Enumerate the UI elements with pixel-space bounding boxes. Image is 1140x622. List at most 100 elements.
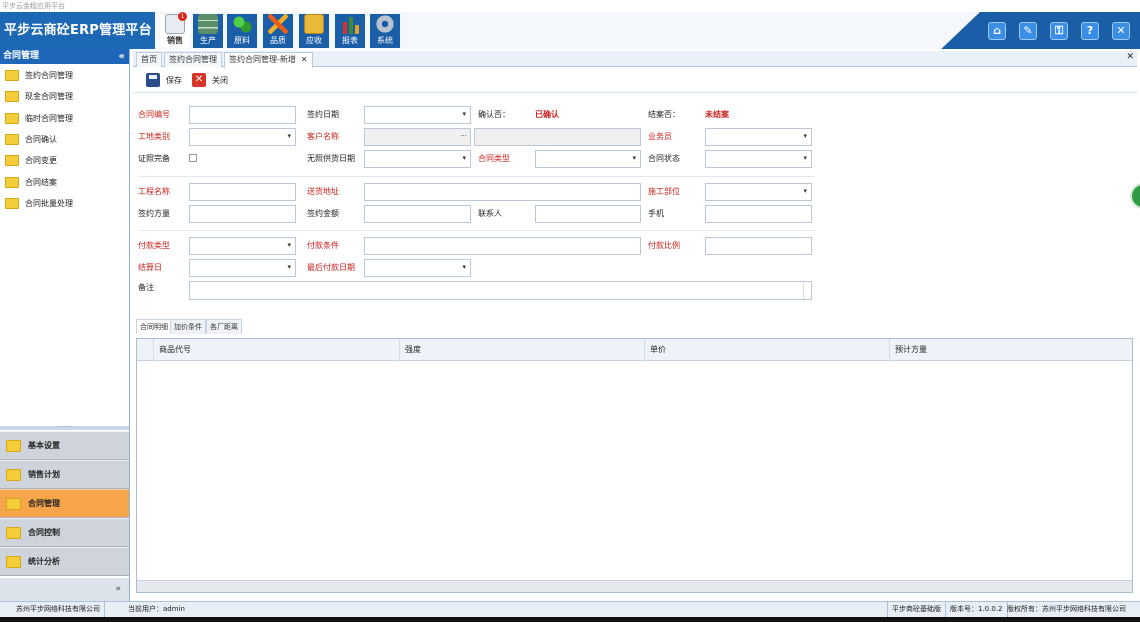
divider: [139, 230, 815, 231]
column-header-unit-price[interactable]: 单价: [644, 339, 889, 361]
site-type-label: 工地类别: [138, 132, 170, 141]
payment-terms-input[interactable]: [364, 237, 641, 255]
module-quality[interactable]: 品质: [263, 14, 293, 48]
wrench-icon[interactable]: ✎: [1019, 22, 1037, 40]
module-label: 生产: [200, 36, 216, 45]
sidebar-item-signed-contract[interactable]: 签约合同管理: [0, 65, 129, 86]
tab-bar: 首页 签约合同管理 签约合同管理-新增 ✕ ✕: [133, 51, 1137, 68]
sign-date-picker[interactable]: [364, 106, 471, 124]
folder-icon: [6, 555, 21, 568]
tab-plant-distance[interactable]: 各厂距离: [206, 319, 242, 334]
column-header-est-volume[interactable]: 预计方量: [889, 339, 1132, 361]
column-header-product-code[interactable]: 商品代号: [153, 339, 399, 361]
payment-ratio-input[interactable]: [705, 237, 812, 255]
splitter-handle[interactable]: ·········: [0, 425, 129, 431]
status-company: 苏州平步网络科技有限公司: [12, 602, 105, 617]
last-payment-date-label: 最后付款日期: [307, 263, 355, 272]
remark-textarea[interactable]: [189, 281, 812, 300]
sidebar: 合同管理 « 签约合同管理 现金合同管理 临时合同管理 合同确认 合同变更 合同…: [0, 49, 130, 601]
contract-status-select[interactable]: [705, 150, 812, 168]
tab-home[interactable]: 首页: [136, 52, 162, 67]
save-icon: [146, 73, 160, 87]
module-receivables[interactable]: 应收: [299, 14, 329, 48]
section-label: 基本设置: [28, 441, 60, 450]
mobile-label: 手机: [648, 209, 664, 218]
module-system[interactable]: 系统: [370, 14, 400, 48]
site-type-select[interactable]: [189, 128, 296, 146]
customer-picker[interactable]: [364, 128, 471, 146]
contract-no-input[interactable]: [189, 106, 296, 124]
sidebar-item-label: 合同确认: [25, 135, 57, 145]
project-name-input[interactable]: [189, 183, 296, 201]
tab-label: 加价条件: [174, 323, 202, 331]
contract-type-select[interactable]: [535, 150, 641, 168]
app-title: 平步云商砼ERP管理平台: [0, 12, 155, 49]
sidebar-item-batch-process[interactable]: 合同批量处理: [0, 193, 129, 214]
close-icon[interactable]: ✕: [1112, 22, 1130, 40]
collapse-icon[interactable]: «: [119, 49, 125, 64]
textarea-scrollbar[interactable]: [803, 282, 811, 299]
tab-label: 签约合同管理: [169, 55, 217, 64]
close-all-tabs-icon[interactable]: ✕: [1126, 52, 1134, 62]
payment-type-select[interactable]: [189, 237, 296, 255]
payment-type-label: 付款类型: [138, 241, 170, 250]
contact-input[interactable]: [535, 205, 641, 223]
more-sections-icon[interactable]: »: [0, 578, 129, 601]
section-statistics[interactable]: 统计分析: [0, 547, 129, 576]
sign-date-label: 签约日期: [307, 110, 339, 119]
module-label: 销售: [167, 36, 183, 45]
delivery-address-input[interactable]: [364, 183, 641, 201]
section-contract-management[interactable]: 合同管理: [0, 489, 129, 518]
column-header-strength[interactable]: 强度: [399, 339, 644, 361]
home-icon[interactable]: ⌂: [988, 22, 1006, 40]
construction-unit-label: 施工部位: [648, 187, 680, 196]
signed-amount-input[interactable]: [364, 205, 471, 223]
module-label: 系统: [377, 36, 393, 45]
sidebar-item-label: 现金合同管理: [25, 92, 73, 102]
module-production[interactable]: 生产: [193, 14, 223, 48]
construction-unit-select[interactable]: [705, 183, 812, 201]
key-icon[interactable]: ⚿: [1050, 22, 1068, 40]
sidebar-item-contract-confirm[interactable]: 合同确认: [0, 129, 129, 150]
settlement-day-label: 结算日: [138, 263, 162, 272]
last-payment-date-picker[interactable]: [364, 259, 471, 277]
close-form-icon: ✕: [192, 73, 206, 87]
tab-signed-contract-new[interactable]: 签约合同管理-新增 ✕: [224, 52, 313, 68]
folder-icon: [5, 91, 19, 103]
tab-contract-details[interactable]: 合同明细: [136, 319, 172, 334]
sidebar-item-contract-change[interactable]: 合同变更: [0, 150, 129, 171]
module-sales[interactable]: 1 销售: [160, 12, 190, 48]
section-sales-plan[interactable]: 销售计划: [0, 460, 129, 489]
close-tab-icon[interactable]: ✕: [301, 55, 308, 64]
save-label: 保存: [166, 75, 182, 85]
status-bar: 苏州平步网络科技有限公司 当前用户：admin 平步商砼基础版 版本号：1.0.…: [0, 601, 1140, 617]
mobile-input[interactable]: [705, 205, 812, 223]
module-materials[interactable]: 原料: [227, 14, 257, 48]
sidebar-item-contract-close[interactable]: 合同结案: [0, 171, 129, 192]
tab-markup-conditions[interactable]: 加价条件: [170, 319, 206, 334]
help-icon[interactable]: ?: [1081, 22, 1099, 40]
tab-signed-contracts[interactable]: 签约合同管理: [164, 52, 222, 67]
module-reports[interactable]: 报表: [335, 14, 365, 48]
grid-footer: [137, 580, 1132, 592]
main-content: 首页 签约合同管理 签约合同管理-新增 ✕ ✕ 保存 ✕ 关闭 合同编号 签约日期 …: [130, 49, 1140, 601]
settlement-day-select[interactable]: [189, 259, 296, 277]
sidebar-item-cash-contract[interactable]: 现金合同管理: [0, 86, 129, 107]
folder-icon: [5, 70, 19, 82]
wallet-icon: [304, 14, 324, 34]
section-basic-settings[interactable]: 基本设置: [0, 431, 129, 460]
save-button[interactable]: 保存: [146, 72, 182, 88]
license-complete-checkbox[interactable]: [189, 154, 197, 162]
section-contract-control[interactable]: 合同控制: [0, 518, 129, 547]
signed-volume-input[interactable]: [189, 205, 296, 223]
salesman-select[interactable]: [705, 128, 812, 146]
sidebar-item-temp-contract[interactable]: 临时合同管理: [0, 108, 129, 129]
folder-icon: [5, 155, 19, 167]
taskbar-strip: [0, 617, 1140, 622]
close-button[interactable]: ✕ 关闭: [192, 72, 228, 88]
folder-icon: [5, 197, 19, 209]
status-copyright: 版权所有：苏州平步网络科技有限公司: [1007, 605, 1126, 613]
module-label: 品质: [270, 36, 286, 45]
gear-icon: [375, 14, 395, 34]
no-license-date-picker[interactable]: [364, 150, 471, 168]
